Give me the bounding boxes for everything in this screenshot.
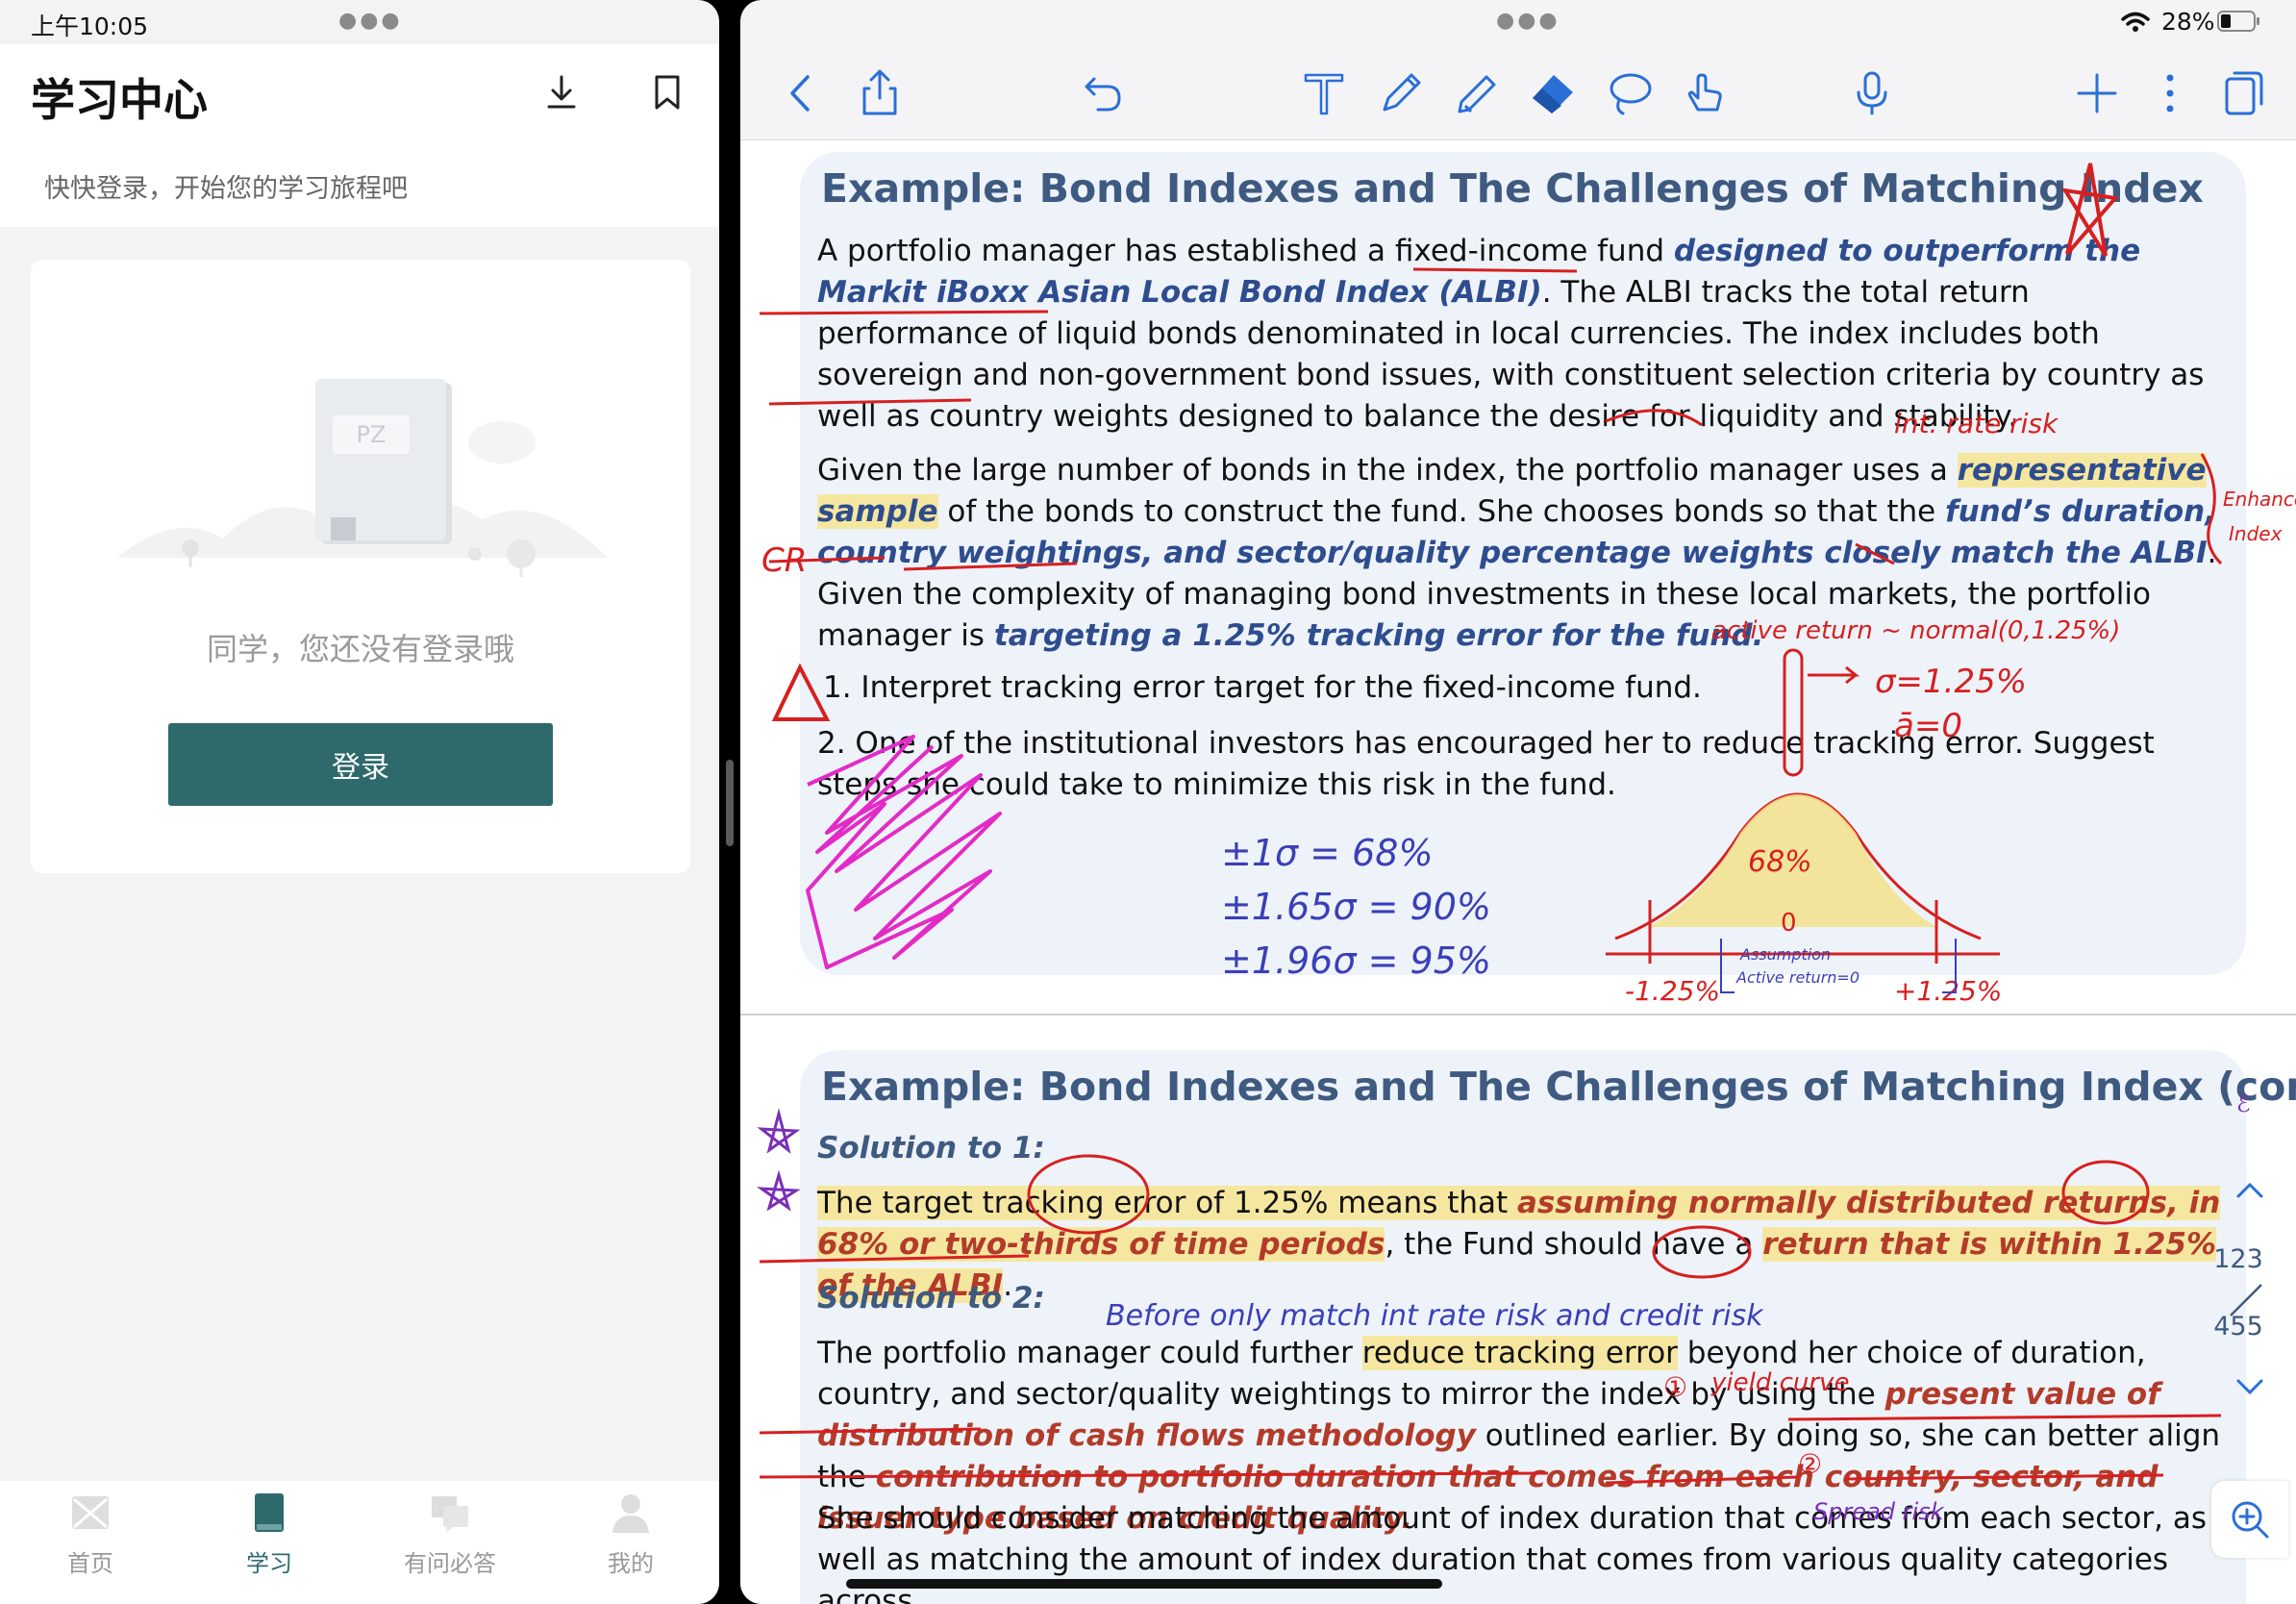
status-bar-right: ●●● 28% (740, 0, 2296, 44)
annotation-toolbar (740, 44, 2296, 140)
current-page-number: 123 (2213, 1244, 2263, 1274)
tab-label: 我的 (608, 1550, 654, 1577)
empty-book-illustration-icon: PZ (117, 379, 608, 577)
tab-home[interactable]: 首页 (23, 1491, 158, 1596)
solution-1-heading: Solution to 1: (817, 1131, 1045, 1165)
solution-2-heading: Solution to 2: (817, 1281, 1045, 1316)
split-view-divider[interactable] (719, 0, 740, 1604)
slide-2: Example: Bond Indexes and The Challenges… (800, 1050, 2296, 1604)
pen-tool-icon[interactable] (1375, 67, 1427, 119)
page-separator (740, 1014, 2296, 1015)
question-1: 1. Interpret tracking error target for t… (823, 670, 1702, 705)
share-icon[interactable] (854, 67, 906, 119)
login-button[interactable]: 登录 (168, 723, 553, 806)
add-icon[interactable] (2071, 67, 2123, 119)
tab-label: 学习 (246, 1550, 292, 1577)
wifi-icon (2121, 12, 2150, 32)
eraser-tool-icon[interactable] (1527, 67, 1579, 119)
split-handle[interactable] (726, 760, 734, 846)
touch-tool-icon[interactable] (1679, 67, 1731, 119)
learning-center-pane: 上午10:05 ●●● 学习中心 快快登录，开始您的学习旅程吧 PZ 同学，您还… (0, 0, 719, 1604)
multitasking-dots-icon[interactable]: ●●● (338, 11, 403, 32)
status-bar-left: 上午10:05 ●●● (0, 0, 719, 44)
bottom-tab-bar: 首页 学习 有问必答 我的 (0, 1481, 719, 1604)
chat-icon (432, 1496, 468, 1533)
header: 学习中心 快快登录，开始您的学习旅程吧 (0, 44, 719, 227)
bookmark-icon[interactable] (646, 71, 688, 113)
zoom-button[interactable] (2211, 1481, 2288, 1558)
multitasking-dots-icon[interactable]: ●●● (1496, 11, 1560, 32)
slide-1-title: Example: Bond Indexes and The Challenges… (821, 165, 2204, 212)
zoom-in-icon (2232, 1501, 2269, 1539)
pdf-document[interactable]: Example: Bond Indexes and The Challenges… (740, 140, 2296, 1604)
download-icon[interactable] (540, 71, 583, 113)
slide-2-title: Example: Bond Indexes and The Challenges… (821, 1064, 2296, 1110)
home-indicator[interactable] (846, 1579, 1442, 1589)
pages-icon[interactable] (2217, 67, 2269, 119)
back-chevron-icon[interactable] (775, 67, 827, 119)
login-prompt-subtitle: 快快登录，开始您的学习旅程吧 (44, 174, 408, 204)
status-time: 上午10:05 (31, 13, 149, 40)
page-title: 学习中心 (31, 74, 208, 126)
tab-label: 有问必答 (404, 1550, 496, 1577)
tab-profile[interactable]: 我的 (563, 1491, 698, 1596)
battery-icon (2217, 11, 2259, 32)
tab-study[interactable]: 学习 (202, 1491, 337, 1596)
slide-1-paragraph-2: Given the large number of bonds in the i… (817, 453, 2217, 653)
battery-percentage: 28% (2161, 8, 2215, 36)
slide-1-paragraph-1: A portfolio manager has established a fi… (817, 234, 2205, 434)
page-up-chevron-icon[interactable] (2233, 1179, 2267, 1202)
question-2: 2. One of the institutional investors ha… (817, 726, 2155, 802)
highlighter-tool-icon[interactable] (1452, 67, 1504, 119)
lasso-tool-icon[interactable] (1604, 67, 1656, 119)
empty-state-message: 同学，您还没有登录哦 (206, 631, 514, 667)
book-icon (255, 1493, 284, 1532)
slide-1: Example: Bond Indexes and The Challenges… (800, 152, 2246, 975)
notes-pane: ●●● 28% Example: Bond Indexes and The Ch… (740, 0, 2296, 1604)
total-page-number: 455 (2213, 1312, 2263, 1341)
microphone-icon[interactable] (1846, 67, 1898, 119)
svg-text:-1.25%: -1.25% (1625, 975, 1720, 1007)
tab-label: 首页 (67, 1550, 113, 1577)
more-vertical-icon[interactable] (2144, 67, 2196, 119)
tab-qa[interactable]: 有问必答 (383, 1491, 517, 1596)
page-down-chevron-icon[interactable] (2233, 1375, 2267, 1398)
svg-text:+1.25%: +1.25% (1894, 975, 2002, 1007)
text-tool-icon[interactable] (1298, 67, 1350, 119)
person-icon (612, 1494, 649, 1533)
illustration-pz-text: PZ (357, 421, 387, 448)
envelope-icon (72, 1496, 109, 1529)
login-card: PZ 同学，您还没有登录哦 登录 (31, 260, 690, 873)
undo-icon[interactable] (1077, 67, 1129, 119)
